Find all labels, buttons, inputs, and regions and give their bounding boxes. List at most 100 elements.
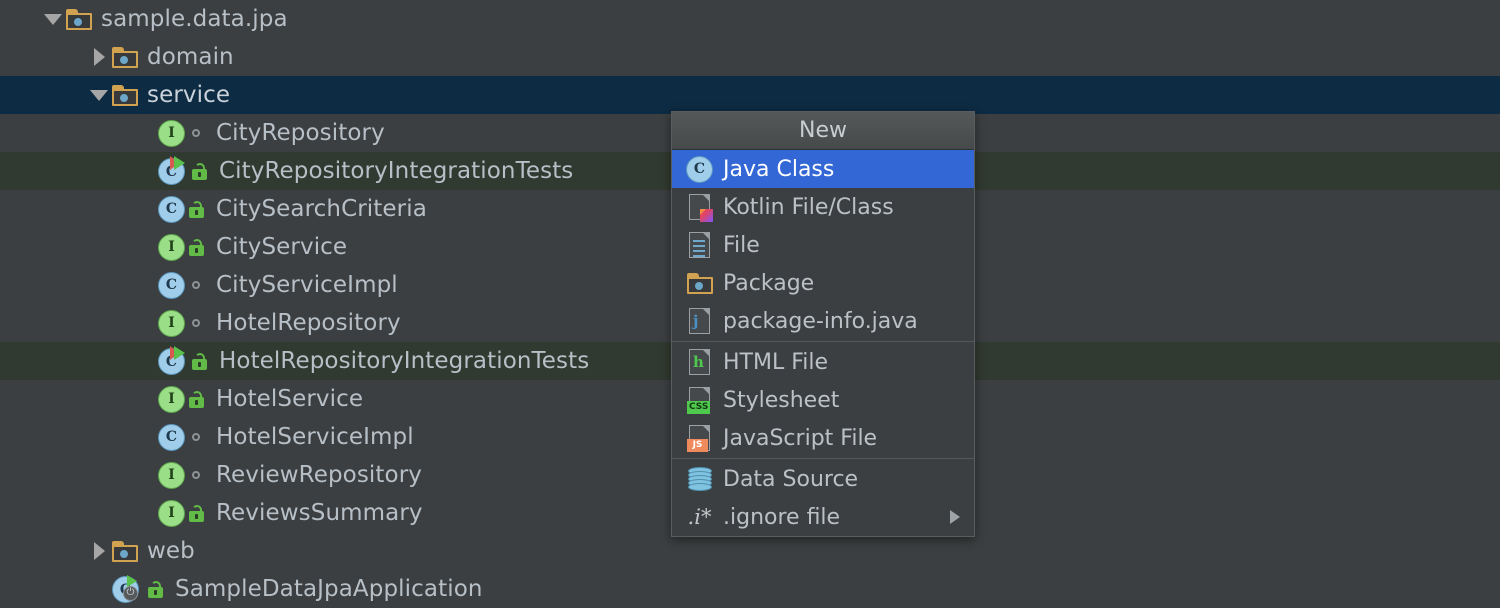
menu-item-label: package-info.java bbox=[723, 308, 918, 334]
menu-item[interactable]: Package bbox=[672, 264, 974, 302]
tree-item-label: domain bbox=[147, 44, 234, 70]
menu-item-icon: CSS bbox=[686, 386, 713, 414]
tree-item-icon: C bbox=[158, 195, 185, 223]
tree-row[interactable]: domain bbox=[0, 38, 1500, 76]
tree-item-label: HotelService bbox=[216, 386, 364, 412]
class-icon: C bbox=[158, 423, 185, 451]
runnable-class-icon: C bbox=[158, 346, 188, 375]
menu-item[interactable]: j package-info.java bbox=[672, 302, 974, 340]
menu-item-icon bbox=[686, 465, 713, 493]
kotlin-file-icon bbox=[689, 194, 713, 222]
class-icon: C bbox=[158, 195, 185, 223]
interface-icon: I bbox=[158, 461, 185, 489]
public-lock-icon bbox=[185, 197, 207, 221]
public-lock-icon bbox=[185, 235, 207, 259]
tree-item-label: ReviewsSummary bbox=[216, 500, 423, 526]
tree-item-label: HotelRepositoryIntegrationTests bbox=[219, 348, 590, 374]
tree-item-icon: I bbox=[158, 461, 185, 489]
menu-item[interactable]: .i* .ignore file bbox=[672, 498, 974, 536]
tree-item-icon: I bbox=[158, 309, 185, 337]
tree-item-icon: C bbox=[158, 271, 185, 299]
package-private-icon bbox=[185, 425, 207, 449]
menu-item[interactable]: C Java Class bbox=[672, 150, 974, 188]
menu-item-icon bbox=[686, 231, 713, 259]
interface-icon: I bbox=[158, 233, 185, 261]
package-folder-icon bbox=[112, 84, 138, 106]
tree-item-label: ReviewRepository bbox=[216, 462, 422, 488]
menu-item-label: File bbox=[723, 232, 760, 258]
package-folder-icon bbox=[686, 272, 713, 294]
java-file-icon: j bbox=[689, 308, 710, 334]
menu-item-icon: .i* bbox=[686, 503, 713, 531]
expand-twisty-icon[interactable] bbox=[86, 532, 112, 570]
tree-row[interactable]: service bbox=[0, 76, 1500, 114]
tree-item-label: CitySearchCriteria bbox=[216, 196, 427, 222]
tree-item-icon bbox=[112, 46, 138, 68]
tree-item-label: HotelServiceImpl bbox=[216, 424, 414, 450]
menu-item-label: Java Class bbox=[723, 156, 835, 182]
menu-item-label: Stylesheet bbox=[723, 387, 840, 413]
interface-icon: I bbox=[158, 385, 185, 413]
tree-item-icon: C⏻ bbox=[112, 575, 144, 603]
tree-item-label: CityServiceImpl bbox=[216, 272, 398, 298]
menu-item[interactable]: h HTML File bbox=[672, 343, 974, 381]
tree-item-icon bbox=[66, 8, 92, 30]
context-menu-title: New bbox=[672, 112, 974, 150]
menu-item[interactable]: File bbox=[672, 226, 974, 264]
public-lock-icon bbox=[188, 349, 210, 373]
javascript-file-icon: JS bbox=[687, 425, 710, 452]
new-context-menu[interactable]: New C Java Class Kotlin File/Class File Pack… bbox=[671, 111, 975, 537]
file-icon bbox=[689, 232, 710, 258]
data-source-icon bbox=[687, 466, 712, 492]
tree-row[interactable]: web bbox=[0, 532, 1500, 570]
java-class-icon: C bbox=[686, 155, 713, 183]
menu-item[interactable]: CSS Stylesheet bbox=[672, 381, 974, 419]
menu-item[interactable]: JS JavaScript File bbox=[672, 419, 974, 457]
package-private-icon bbox=[185, 273, 207, 297]
public-lock-icon bbox=[144, 577, 166, 601]
menu-item-label: Kotlin File/Class bbox=[723, 194, 894, 220]
menu-item-label: .ignore file bbox=[723, 504, 841, 530]
menu-item[interactable]: Kotlin File/Class bbox=[672, 188, 974, 226]
tree-row[interactable]: sample.data.jpa bbox=[0, 0, 1500, 38]
menu-item-label: Package bbox=[723, 270, 815, 296]
interface-icon: I bbox=[158, 499, 185, 527]
tree-item-icon: I bbox=[158, 233, 185, 261]
package-private-icon bbox=[185, 311, 207, 335]
html-file-icon: h bbox=[689, 349, 710, 375]
tree-item-label: CityRepository bbox=[216, 120, 385, 146]
menu-item[interactable]: Data Source bbox=[672, 460, 974, 498]
submenu-arrow-icon bbox=[950, 510, 960, 524]
tree-item-label: HotelRepository bbox=[216, 310, 401, 336]
class-icon: C bbox=[158, 271, 185, 299]
tree-item-icon: C bbox=[158, 346, 188, 375]
tree-item-icon: C bbox=[158, 423, 185, 451]
tree-item-icon: I bbox=[158, 499, 185, 527]
package-private-icon bbox=[185, 121, 207, 145]
tree-item-icon: I bbox=[158, 119, 185, 147]
package-private-icon bbox=[185, 463, 207, 487]
menu-item-icon bbox=[686, 193, 713, 222]
tree-item-label: CityService bbox=[216, 234, 348, 260]
collapse-twisty-icon[interactable] bbox=[86, 76, 112, 114]
tree-item-icon: C bbox=[158, 156, 188, 185]
context-menu-items: C Java Class Kotlin File/Class File Package j… bbox=[672, 150, 974, 536]
spring-boot-application-icon: C⏻ bbox=[112, 575, 144, 603]
ignore-file-icon: .i* bbox=[687, 505, 712, 529]
menu-item-label: Data Source bbox=[723, 466, 859, 492]
tree-item-label: SampleDataJpaApplication bbox=[175, 576, 483, 602]
expand-twisty-icon[interactable] bbox=[86, 38, 112, 76]
collapse-twisty-icon[interactable] bbox=[40, 0, 66, 38]
css-file-icon: CSS bbox=[687, 387, 711, 414]
tree-row[interactable]: C⏻ SampleDataJpaApplication bbox=[0, 570, 1500, 608]
